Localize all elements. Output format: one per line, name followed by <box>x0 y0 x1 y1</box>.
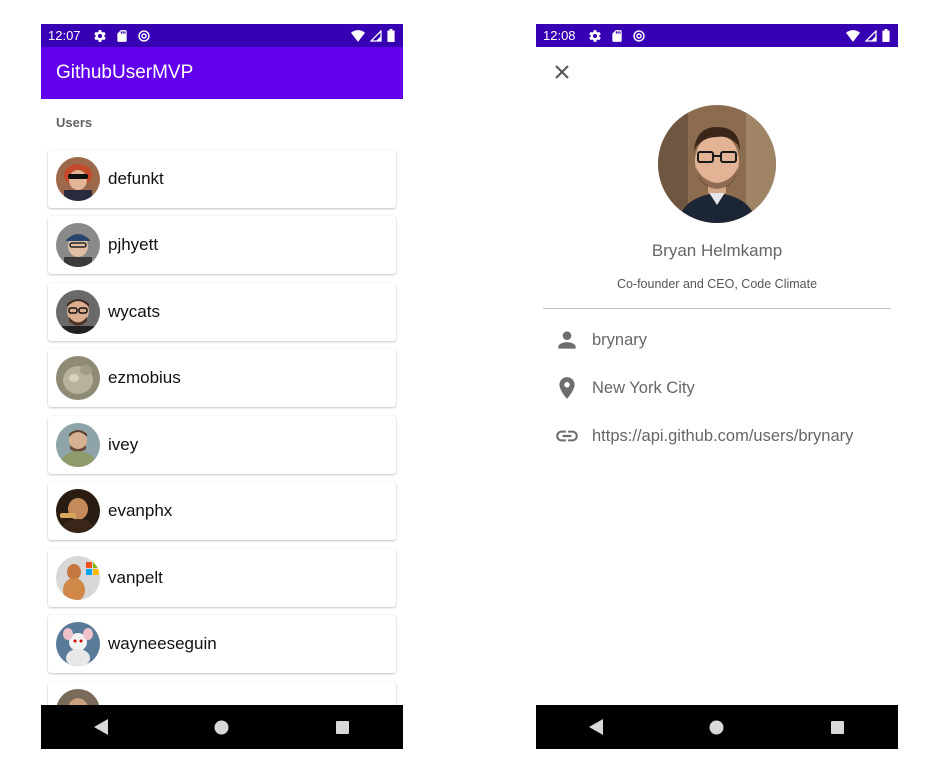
user-login: defunkt <box>108 169 164 188</box>
user-avatar <box>56 157 100 201</box>
recents-square-icon <box>831 720 845 734</box>
app-title: GithubUserMVP <box>56 62 194 83</box>
settings-icon <box>588 29 601 42</box>
navigation-bar <box>41 705 403 749</box>
close-icon <box>555 65 569 79</box>
user-avatar <box>56 423 100 467</box>
back-triangle-icon <box>94 719 109 735</box>
user-login: ezmobius <box>108 368 181 387</box>
user-login: pjhyett <box>108 235 159 254</box>
user-avatar <box>56 489 100 533</box>
user-card[interactable]: vanpelt <box>48 549 396 607</box>
user-detail-screen: 12:08 Bryan Helmkamp Co-founder and CEO,… <box>536 24 898 749</box>
recents-button[interactable] <box>786 720 890 734</box>
cell-signal-icon <box>370 29 382 42</box>
home-button[interactable] <box>665 720 769 735</box>
navigation-bar <box>536 705 898 749</box>
recents-button[interactable] <box>291 720 395 734</box>
home-circle-icon <box>214 720 229 734</box>
user-login: wycats <box>108 302 160 321</box>
sync-disabled-icon <box>137 29 150 42</box>
user-login: wayneeseguin <box>108 634 217 653</box>
user-login: evanphx <box>108 501 173 520</box>
url-link[interactable]: https://api.github.com/users/brynary <box>592 427 853 446</box>
status-bar: 12:07 <box>41 24 403 47</box>
location-row: New York City <box>554 375 695 401</box>
status-time: 12:07 <box>48 28 81 43</box>
person-icon <box>554 327 580 353</box>
status-bar: 12:08 <box>536 24 898 47</box>
user-avatar <box>56 356 100 400</box>
username-row: brynary <box>554 327 647 353</box>
divider <box>543 308 891 309</box>
user-avatar <box>56 290 100 334</box>
profile-name: Bryan Helmkamp <box>651 241 783 260</box>
url-row[interactable]: https://api.github.com/users/brynary <box>554 423 853 449</box>
sd-card-icon <box>116 29 127 42</box>
user-card[interactable]: pjhyett <box>48 216 396 274</box>
user-card[interactable]: wycats <box>48 283 396 341</box>
user-card[interactable]: defunkt <box>48 150 396 208</box>
user-card[interactable]: evanphx <box>48 482 396 540</box>
settings-icon <box>93 29 106 42</box>
back-button[interactable] <box>544 719 648 735</box>
location-pin-icon <box>554 375 580 401</box>
user-login: ivey <box>108 435 139 454</box>
location-text: New York City <box>592 378 695 397</box>
profile-bio: Co-founder and CEO, Code Climate <box>616 277 818 291</box>
back-triangle-icon <box>589 719 604 735</box>
wifi-icon <box>846 29 860 42</box>
app-bar: GithubUserMVP <box>41 47 403 99</box>
recents-square-icon <box>336 720 350 734</box>
user-avatar <box>56 622 100 666</box>
user-card[interactable]: wayneeseguin <box>48 615 396 673</box>
username-text: brynary <box>592 330 648 349</box>
back-button[interactable] <box>49 719 153 735</box>
wifi-icon <box>351 29 365 42</box>
home-button[interactable] <box>170 720 274 735</box>
sd-card-icon <box>611 29 622 42</box>
user-avatar <box>56 556 100 600</box>
battery-icon <box>387 29 395 42</box>
profile-photo <box>658 105 776 223</box>
user-card[interactable]: ezmobius <box>48 349 396 407</box>
link-icon <box>554 423 580 449</box>
close-button[interactable] <box>552 62 572 82</box>
cell-signal-icon <box>865 29 877 42</box>
user-avatar <box>56 223 100 267</box>
user-card[interactable]: ivey <box>48 416 396 474</box>
user-list-screen: 12:07 GithubUserMVP Users defunkt pjhyet… <box>41 24 403 749</box>
users-section-label: Users <box>56 115 93 130</box>
battery-icon <box>882 29 890 42</box>
status-time: 12:08 <box>543 28 576 43</box>
user-login: vanpelt <box>108 568 163 587</box>
sync-disabled-icon <box>632 29 645 42</box>
home-circle-icon <box>709 720 724 734</box>
